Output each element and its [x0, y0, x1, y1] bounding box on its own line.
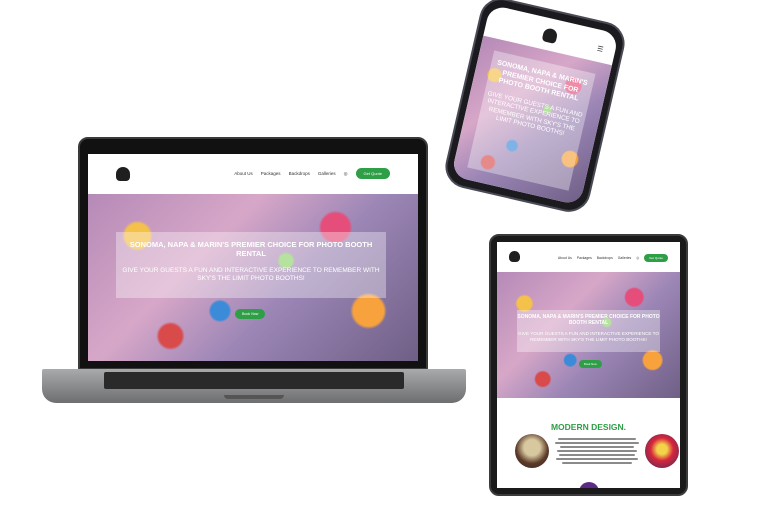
nav-galleries[interactable]: Galleries — [318, 171, 336, 176]
book-now-button[interactable]: Book Now — [235, 309, 266, 319]
phone-hero-overlay: Sonoma, Napa & Marin's Premier Choice fo… — [467, 50, 596, 191]
phone-device: ☰ Sonoma, Napa & Marin's Premier Choice … — [441, 0, 629, 217]
hero-overlay: Sonoma, Napa & Marin's Premier Choice fo… — [116, 232, 386, 298]
tablet-nav-about-us[interactable]: About Us — [558, 256, 572, 260]
tablet-book-now-button[interactable]: Book Now — [579, 360, 602, 368]
laptop-base — [42, 369, 466, 403]
section-title: MODERN DESIGN. — [550, 422, 627, 432]
phone-site-logo[interactable] — [541, 27, 559, 44]
get-quote-button[interactable]: Get Quote — [355, 168, 390, 179]
nav-packages[interactable]: Packages — [261, 171, 281, 176]
tablet-site-header: About Us Packages Backdrops Galleries ◎ … — [497, 242, 680, 272]
tablet-hero-title: Sonoma, Napa & Marin's Premier Choice fo… — [517, 314, 660, 326]
tablet-hero-subtitle: Give your guests a fun and interactive e… — [518, 331, 659, 342]
nav-backdrops[interactable]: Backdrops — [289, 171, 310, 176]
tablet-nav-packages[interactable]: Packages — [577, 256, 592, 260]
site-logo[interactable] — [116, 167, 130, 181]
tablet-screen: About Us Packages Backdrops Galleries ◎ … — [497, 242, 680, 488]
tablet-site-logo[interactable] — [509, 251, 520, 262]
photo-booth-image-left — [515, 434, 549, 468]
main-nav: About Us Packages Backdrops Galleries ◎ … — [234, 168, 390, 179]
tablet-instagram-icon[interactable]: ◎ — [636, 256, 639, 260]
hamburger-menu-icon[interactable]: ☰ — [596, 45, 604, 54]
phone-screen: ☰ Sonoma, Napa & Marin's Premier Choice … — [450, 4, 620, 206]
laptop-hinge-notch — [224, 395, 284, 399]
section-body-text — [555, 438, 639, 466]
nav-about-us[interactable]: About Us — [234, 171, 253, 176]
laptop-screen: About Us Packages Backdrops Galleries ◎ … — [88, 154, 418, 361]
tablet-main-nav: About Us Packages Backdrops Galleries ◎ … — [558, 254, 668, 262]
phone-hero-banner: Sonoma, Napa & Marin's Premier Choice fo… — [450, 35, 612, 206]
instagram-icon[interactable]: ◎ — [344, 171, 348, 177]
tablet-get-quote-button[interactable]: Get Quote — [644, 254, 668, 262]
hero-subtitle: Give your guests a fun and interactive e… — [122, 267, 380, 282]
tablet-device: About Us Packages Backdrops Galleries ◎ … — [489, 234, 688, 496]
laptop-keyboard — [104, 372, 404, 389]
site-header: About Us Packages Backdrops Galleries ◎ … — [88, 154, 418, 194]
tablet-nav-galleries[interactable]: Galleries — [618, 256, 631, 260]
tablet-hero-overlay: Sonoma, Napa & Marin's Premier Choice fo… — [517, 310, 660, 352]
hero-title: Sonoma, Napa & Marin's Premier Choice fo… — [129, 240, 373, 258]
tablet-hero-banner: Sonoma, Napa & Marin's Premier Choice fo… — [497, 272, 680, 398]
laptop-device: About Us Packages Backdrops Galleries ◎ … — [78, 137, 428, 370]
tablet-nav-backdrops[interactable]: Backdrops — [597, 256, 613, 260]
photo-booth-image-right — [645, 434, 679, 468]
decor-balloon — [579, 482, 599, 488]
hero-banner: Sonoma, Napa & Marin's Premier Choice fo… — [88, 194, 418, 361]
